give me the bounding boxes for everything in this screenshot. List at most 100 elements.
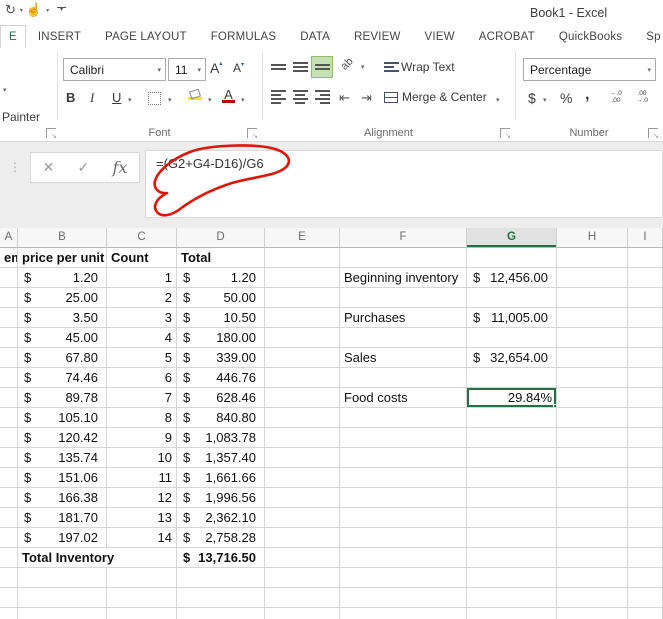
cell-A15[interactable] (0, 528, 18, 548)
cell-I9[interactable] (628, 408, 663, 428)
cell-G14[interactable] (467, 508, 557, 528)
cell-F1[interactable] (340, 248, 467, 268)
cell-A2[interactable] (0, 268, 18, 288)
cell-H10[interactable] (557, 428, 628, 448)
cell-I17[interactable] (628, 568, 663, 588)
cell-G19[interactable] (467, 608, 557, 619)
align-left-button[interactable] (267, 86, 289, 108)
cell-C3[interactable]: 2 (107, 288, 177, 308)
cell-F17[interactable] (340, 568, 467, 588)
cell-B16[interactable]: Total Inventory (18, 548, 114, 568)
cell-G10[interactable] (467, 428, 557, 448)
cell-H3[interactable] (557, 288, 628, 308)
cell-E5[interactable] (265, 328, 340, 348)
cell-E9[interactable] (265, 408, 340, 428)
comma-style-button[interactable]: , (585, 86, 589, 104)
cell-D13[interactable]: $1,996.56 (177, 488, 265, 508)
cell-F14[interactable] (340, 508, 467, 528)
cell-F7[interactable] (340, 368, 467, 388)
cell-A7[interactable] (0, 368, 18, 388)
ribbon-tab-data[interactable]: DATA (288, 25, 342, 48)
cell-H18[interactable] (557, 588, 628, 608)
cell-C6[interactable]: 5 (107, 348, 177, 368)
font-color-dropdown-icon[interactable]: ▾ (241, 96, 245, 104)
touch-mode-dropdown-icon[interactable]: ▾ (46, 7, 49, 14)
cell-D16[interactable]: $13,716.50 (177, 548, 265, 568)
cell-F16[interactable] (340, 548, 467, 568)
column-header-E[interactable]: E (265, 228, 340, 248)
fill-color-dropdown-icon[interactable]: ▾ (208, 96, 212, 104)
cell-H6[interactable] (557, 348, 628, 368)
ribbon-tab-e[interactable]: E (0, 25, 26, 48)
cell-B12[interactable]: $151.06 (18, 468, 107, 488)
cell-G5[interactable] (467, 328, 557, 348)
decrease-decimal-button[interactable]: .00 →.0 (636, 90, 648, 104)
accounting-dropdown-icon[interactable]: ▾ (543, 96, 547, 104)
column-header-F[interactable]: F (340, 228, 467, 248)
cell-E19[interactable] (265, 608, 340, 619)
ribbon-tab-view[interactable]: VIEW (413, 25, 467, 48)
cell-B1[interactable]: price per unit (18, 248, 107, 268)
cell-G11[interactable] (467, 448, 557, 468)
cell-F12[interactable] (340, 468, 467, 488)
bottom-align-button[interactable] (311, 56, 333, 78)
cell-E8[interactable] (265, 388, 340, 408)
cell-I7[interactable] (628, 368, 663, 388)
cell-E4[interactable] (265, 308, 340, 328)
cell-B10[interactable]: $120.42 (18, 428, 107, 448)
cell-F3[interactable] (340, 288, 467, 308)
cell-C18[interactable] (107, 588, 177, 608)
cell-F13[interactable] (340, 488, 467, 508)
font-dialog-launcher-icon[interactable] (247, 128, 258, 140)
cell-A12[interactable] (0, 468, 18, 488)
column-header-C[interactable]: C (107, 228, 177, 248)
cell-I6[interactable] (628, 348, 663, 368)
cell-C1[interactable]: Count (107, 248, 177, 268)
cell-I1[interactable] (628, 248, 663, 268)
font-size-combobox[interactable]: 11 ▾ (168, 58, 206, 81)
cell-C10[interactable]: 9 (107, 428, 177, 448)
cell-B7[interactable]: $74.46 (18, 368, 107, 388)
ribbon-tab-review[interactable]: REVIEW (342, 25, 413, 48)
cell-B13[interactable]: $166.38 (18, 488, 107, 508)
middle-align-button[interactable] (289, 56, 311, 78)
cell-E15[interactable] (265, 528, 340, 548)
cell-A4[interactable] (0, 308, 18, 328)
cell-E14[interactable] (265, 508, 340, 528)
cell-D2[interactable]: $1.20 (177, 268, 265, 288)
cell-H14[interactable] (557, 508, 628, 528)
cell-G7[interactable] (467, 368, 557, 388)
underline-button[interactable]: U (112, 90, 121, 105)
cell-B8[interactable]: $89.78 (18, 388, 107, 408)
cell-F2[interactable]: Beginning inventory (340, 268, 467, 288)
redo-dropdown-icon[interactable]: ▾ (20, 7, 23, 14)
cell-A10[interactable] (0, 428, 18, 448)
cell-E10[interactable] (265, 428, 340, 448)
cell-D15[interactable]: $2,758.28 (177, 528, 265, 548)
cell-C7[interactable]: 6 (107, 368, 177, 388)
column-header-G[interactable]: G (467, 228, 557, 248)
cell-H19[interactable] (557, 608, 628, 619)
cell-A9[interactable] (0, 408, 18, 428)
merge-center-button[interactable]: Merge & Center (384, 90, 487, 104)
cell-D6[interactable]: $339.00 (177, 348, 265, 368)
cell-I15[interactable] (628, 528, 663, 548)
cell-A6[interactable] (0, 348, 18, 368)
column-header-I[interactable]: I (628, 228, 663, 248)
cell-G13[interactable] (467, 488, 557, 508)
cell-C19[interactable] (107, 608, 177, 619)
increase-decimal-button[interactable]: ←.0 .00 (610, 90, 622, 104)
cell-H4[interactable] (557, 308, 628, 328)
fill-color-button[interactable] (188, 88, 202, 100)
cell-I18[interactable] (628, 588, 663, 608)
cell-E12[interactable] (265, 468, 340, 488)
cell-H16[interactable] (557, 548, 628, 568)
cell-G15[interactable] (467, 528, 557, 548)
cell-E17[interactable] (265, 568, 340, 588)
cell-H17[interactable] (557, 568, 628, 588)
cell-B14[interactable]: $181.70 (18, 508, 107, 528)
cell-C2[interactable]: 1 (107, 268, 177, 288)
cell-D8[interactable]: $628.46 (177, 388, 265, 408)
cell-B18[interactable] (18, 588, 107, 608)
ribbon-tab-page-layout[interactable]: PAGE LAYOUT (93, 25, 199, 48)
